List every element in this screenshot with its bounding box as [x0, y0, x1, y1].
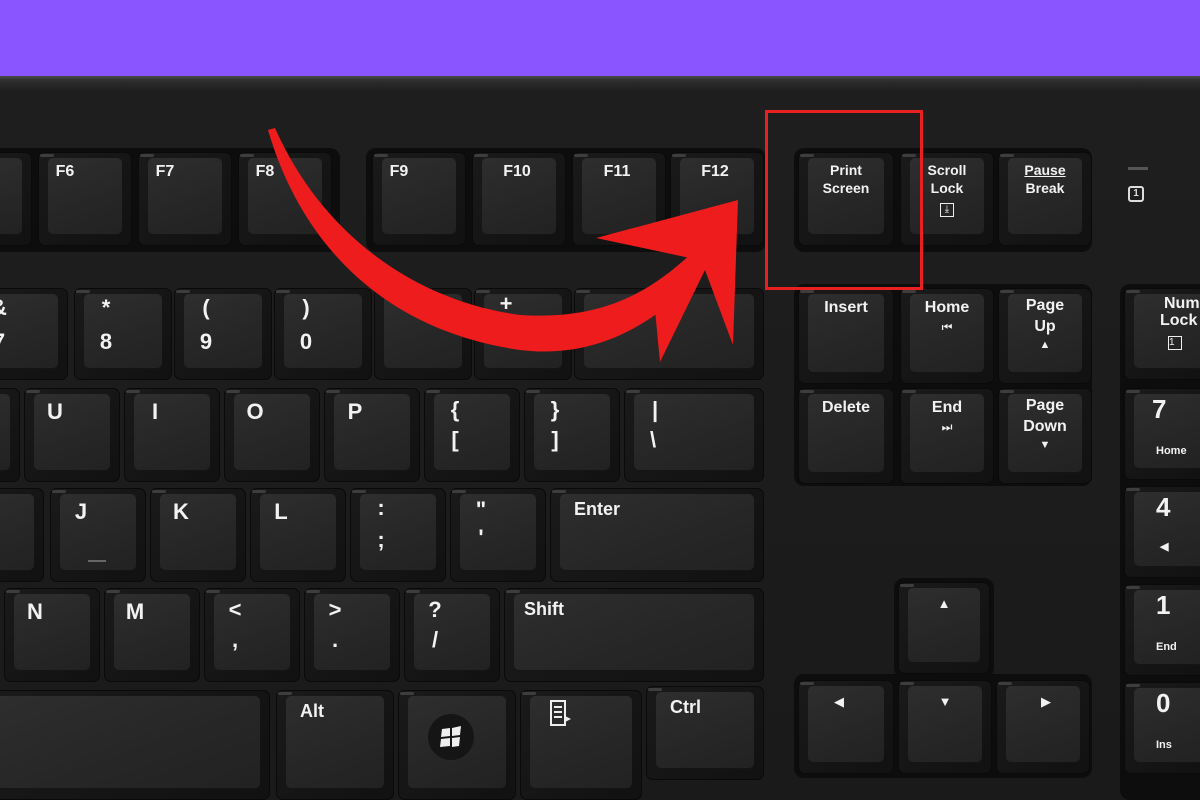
key-numpad-0-main: 0	[1156, 688, 1171, 718]
key-home-label: Home	[924, 299, 970, 316]
key-home[interactable]: Home ⏮	[900, 288, 994, 384]
key-numpad-1-sub: End	[1156, 641, 1177, 653]
key-page-up-label-2: Up	[1034, 318, 1056, 335]
arrow-left-icon: ◀	[834, 694, 844, 709]
key-bracket-right-shift: }	[550, 397, 560, 422]
key-slash-main: /	[431, 627, 439, 652]
key-break-label: Break	[1025, 180, 1065, 196]
end-arrow-icon: ⏭	[941, 420, 953, 434]
arrow-up-icon: ▲	[937, 596, 951, 611]
key-bracket-right-main: ]	[551, 427, 559, 452]
key-pause-break[interactable]: Pause Break	[998, 152, 1092, 246]
key-alt-right[interactable]: Alt	[276, 690, 394, 800]
menu-icon	[550, 700, 572, 733]
arrow-right-icon: ▶	[1041, 694, 1051, 709]
key-arrow-left[interactable]: ◀	[798, 680, 894, 774]
key-num-lock-label-2: Lock	[1160, 312, 1198, 329]
key-quote-main: '	[478, 525, 484, 550]
key-pause-label: Pause	[1024, 162, 1066, 178]
key-f8[interactable]: F8	[238, 152, 332, 246]
page-up-arrow-icon: ▲	[1039, 339, 1051, 351]
windows-logo-icon	[428, 714, 474, 760]
indicator-light	[1128, 167, 1148, 170]
key-numpad-4-main: 4	[1156, 492, 1171, 522]
key-delete[interactable]: Delete	[798, 388, 894, 484]
page-down-arrow-icon: ▼	[1039, 439, 1051, 451]
key-f11-label: F11	[603, 163, 631, 180]
arrow-down-icon: ▼	[938, 694, 952, 709]
key-num-lock[interactable]: Num Lock 1	[1124, 288, 1200, 380]
key-numpad-4-sub: ◀	[1160, 541, 1169, 553]
key-f12-label: F12	[701, 163, 729, 180]
key-backslash[interactable]: | \	[624, 388, 764, 482]
key-numpad-1[interactable]: 1 End	[1124, 584, 1200, 676]
key-numpad-1-main: 1	[1156, 590, 1171, 620]
key-f9-label: F9	[389, 163, 409, 180]
key-ctrl-label: Ctrl	[670, 697, 701, 717]
key-alt-label: Alt	[300, 701, 324, 721]
key-insert[interactable]: Insert	[798, 288, 894, 384]
key-delete-label: Delete	[821, 399, 871, 416]
key-numpad-7-sub: Home	[1156, 445, 1187, 457]
num-lock-icon: 1	[1168, 332, 1200, 350]
key-end-label: End	[931, 399, 963, 416]
key-quote-shift: "	[475, 497, 487, 522]
purple-background	[0, 0, 1200, 78]
key-equals-shift: +	[499, 291, 513, 316]
key-shift-right[interactable]: Shift	[504, 588, 764, 682]
key-backslash-main: \	[650, 427, 657, 452]
key-backspace[interactable]: ce	[574, 288, 764, 380]
key-equals[interactable]: +	[474, 288, 572, 380]
key-numpad-7-main: 7	[1152, 394, 1167, 424]
key-arrow-right[interactable]: ▶	[996, 680, 1090, 774]
num-lock-indicator-icon: 1	[1128, 186, 1144, 202]
key-slash[interactable]: ? /	[404, 588, 500, 682]
key-f10[interactable]: F10	[472, 152, 566, 246]
key-menu[interactable]	[520, 690, 642, 800]
home-bump-icon	[88, 560, 106, 562]
key-numpad-0-sub: Ins	[1156, 739, 1172, 751]
key-page-down-label-2: Down	[1023, 418, 1067, 435]
key-num-lock-label-1: Num	[1164, 295, 1200, 312]
key-numpad-0[interactable]: 0 Ins	[1124, 682, 1200, 774]
key-f11[interactable]: F11	[572, 152, 666, 246]
key-quote[interactable]: " '	[450, 488, 546, 582]
key-end[interactable]: End ⏭	[900, 388, 994, 484]
key-space[interactable]	[0, 690, 270, 800]
key-page-up-label-1: Page	[1025, 297, 1065, 314]
key-numpad-7[interactable]: 7 Home	[1124, 388, 1200, 480]
key-arrow-down[interactable]: ▼	[898, 680, 992, 774]
key-0[interactable]: ) 0	[274, 288, 372, 380]
key-insert-label: Insert	[824, 299, 868, 316]
home-arrow-icon: ⏮	[941, 320, 953, 334]
key-0-main: 0	[299, 329, 313, 354]
key-arrow-up[interactable]: ▲	[898, 582, 990, 674]
key-backslash-shift: |	[652, 397, 659, 422]
key-shift-label: Shift	[524, 599, 564, 619]
key-numpad-4[interactable]: 4 ◀	[1124, 486, 1200, 578]
key-ctrl-right[interactable]: Ctrl	[646, 686, 764, 780]
key-page-down-label-1: Page	[1025, 397, 1065, 414]
key-windows[interactable]	[398, 690, 516, 800]
key-backspace-label: ce	[624, 297, 642, 314]
key-f12[interactable]: F12	[670, 152, 764, 246]
key-slash-shift: ?	[428, 597, 442, 622]
key-bracket-right[interactable]: } ]	[524, 388, 620, 482]
key-page-up[interactable]: Page Up ▲	[998, 288, 1092, 384]
key-f9[interactable]: F9	[372, 152, 466, 246]
key-enter[interactable]: Enter	[550, 488, 764, 582]
key-page-down[interactable]: Page Down ▼	[998, 388, 1092, 484]
key-enter-label: Enter	[574, 499, 621, 519]
print-screen-highlight-box	[765, 110, 923, 290]
key-f10-label: F10	[503, 163, 531, 180]
key-0-shift: )	[302, 295, 310, 320]
key-f8-label: F8	[255, 163, 275, 180]
